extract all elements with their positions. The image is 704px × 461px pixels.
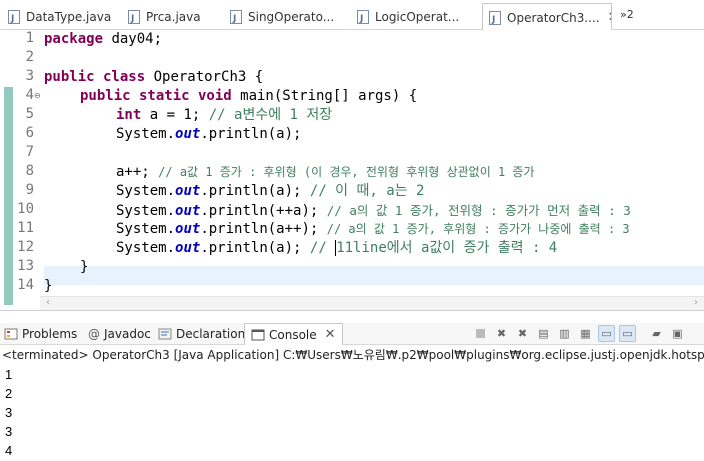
scroll-lock-icon[interactable]: ▥ [556, 325, 573, 342]
line-number: 14 [17, 277, 34, 293]
scroll-right-icon[interactable]: › [694, 297, 698, 308]
line-number: 10 [17, 201, 34, 217]
code-line-1: package day04; [44, 31, 163, 47]
console-output-line: 3 [5, 424, 13, 439]
scroll-left-icon[interactable]: ‹ [46, 297, 50, 308]
line-number: 9 [25, 182, 34, 198]
tab-label: DataType.java [26, 10, 112, 24]
console-output[interactable]: 1 2 3 3 4 [5, 365, 695, 460]
line-number: 7 [25, 144, 34, 160]
horizontal-scrollbar[interactable]: ‹ › [40, 296, 704, 310]
java-file-icon: J [230, 10, 242, 24]
tab-operatorch3[interactable]: J OperatorCh3.... ✕ [482, 3, 612, 31]
problems-icon [4, 328, 18, 340]
code-line-10: System.out.println(++a); // a의 값 1 증가, 전… [116, 203, 631, 219]
tab-datatype[interactable]: J DataType.java [8, 4, 126, 30]
tab-label: LogicOperat... [375, 10, 460, 24]
word-wrap-icon[interactable]: ▦ [577, 325, 594, 342]
tab-declaration[interactable]: Declaration [158, 323, 245, 345]
line-number: 8 [25, 163, 34, 179]
tab-problems[interactable]: Problems [4, 323, 77, 345]
tab-prca[interactable]: J Prca.java [128, 4, 226, 30]
change-marker-strip [4, 87, 13, 305]
code-line-8: a++; // a값 1 증가 : 후위형 (이 경우, 전위형 후위형 상관없… [116, 164, 535, 180]
code-line-14: } [44, 278, 53, 294]
remove-all-launches-icon[interactable]: ✖ [514, 325, 531, 342]
bottom-panel: Problems @ Javadoc Declaration Console ✕… [0, 310, 704, 461]
line-number: 12 [17, 239, 34, 255]
java-file-icon: J [357, 10, 369, 24]
clear-console-icon[interactable]: ▤ [535, 325, 552, 342]
tab-singoperator[interactable]: J SingOperato... [230, 4, 356, 30]
editor-tab-bar: J DataType.java J Prca.java J SingOperat… [0, 0, 704, 31]
show-on-output-icon[interactable]: ▭ [598, 325, 615, 342]
code-line-11: System.out.println(a++); // a의 값 1 증가, 후… [116, 221, 630, 237]
fold-collapse-icon[interactable]: ⊖ [34, 91, 41, 100]
code-line-6: System.out.println(a); [116, 126, 302, 142]
line-number: 13 [17, 258, 34, 274]
close-icon[interactable]: ✕ [325, 327, 336, 342]
line-number: 6 [25, 125, 34, 141]
tab-label: Prca.java [146, 10, 201, 24]
svg-text:J: J [491, 15, 495, 25]
show-on-error-icon[interactable]: ▭ [619, 325, 636, 342]
console-output-line: 1 [5, 367, 13, 382]
pin-console-icon[interactable]: ▰ [648, 325, 665, 342]
code-line-12: System.out.println(a); // 11line에서 a값이 증… [116, 240, 558, 256]
java-file-icon: J [489, 10, 501, 25]
console-icon [251, 329, 265, 341]
code-line-5: int a = 1; // a변수에 1 저장 [116, 107, 333, 123]
svg-text:J: J [359, 14, 363, 24]
java-file-icon: J [128, 10, 140, 24]
line-number: 11 [17, 220, 34, 236]
tab-overflow-button[interactable]: »2 [620, 8, 634, 21]
at-icon: @ [88, 327, 100, 341]
console-output-line: 4 [5, 443, 13, 458]
declaration-icon [158, 328, 172, 340]
console-output-line: 2 [5, 386, 13, 401]
close-icon[interactable]: ✕ [608, 10, 611, 25]
tab-console[interactable]: Console ✕ [244, 323, 343, 345]
tab-label: SingOperato... [248, 10, 335, 24]
code-line-3: public class OperatorCh3 { [44, 69, 264, 85]
java-file-icon: J [8, 10, 20, 24]
svg-text:J: J [10, 14, 14, 24]
display-selected-console-icon[interactable]: ▣ [669, 325, 686, 342]
tab-javadoc[interactable]: @ Javadoc [88, 323, 151, 345]
console-toolbar: ✖ ✖ ▤ ▥ ▦ ▭ ▭ ▰ ▣ [472, 325, 686, 343]
line-number: 5 [25, 106, 34, 122]
code-line-13: } [80, 259, 89, 275]
svg-text:J: J [130, 14, 134, 24]
tab-logicoperator[interactable]: J LogicOperat... [357, 4, 479, 30]
current-line-highlight [44, 266, 704, 285]
code-line-9: System.out.println(a); // 이 때, a는 2 [116, 183, 425, 199]
console-status-line: <terminated> OperatorCh3 [Java Applicati… [2, 348, 704, 362]
terminate-icon[interactable] [472, 325, 489, 342]
console-output-line: 3 [5, 405, 13, 420]
tab-label: OperatorCh3.... [507, 10, 600, 25]
code-editor[interactable]: 1 2 3 4 ⊖ 5 6 7 8 9 10 11 12 13 14 packa… [0, 30, 704, 310]
line-number: 3 [25, 68, 34, 84]
svg-text:J: J [232, 14, 236, 24]
line-number: 1 [25, 30, 34, 46]
code-line-4: public static void main(String[] args) { [80, 88, 418, 104]
remove-launch-icon[interactable]: ✖ [493, 325, 510, 342]
line-number: 4 [25, 87, 34, 103]
line-number: 2 [25, 49, 34, 65]
